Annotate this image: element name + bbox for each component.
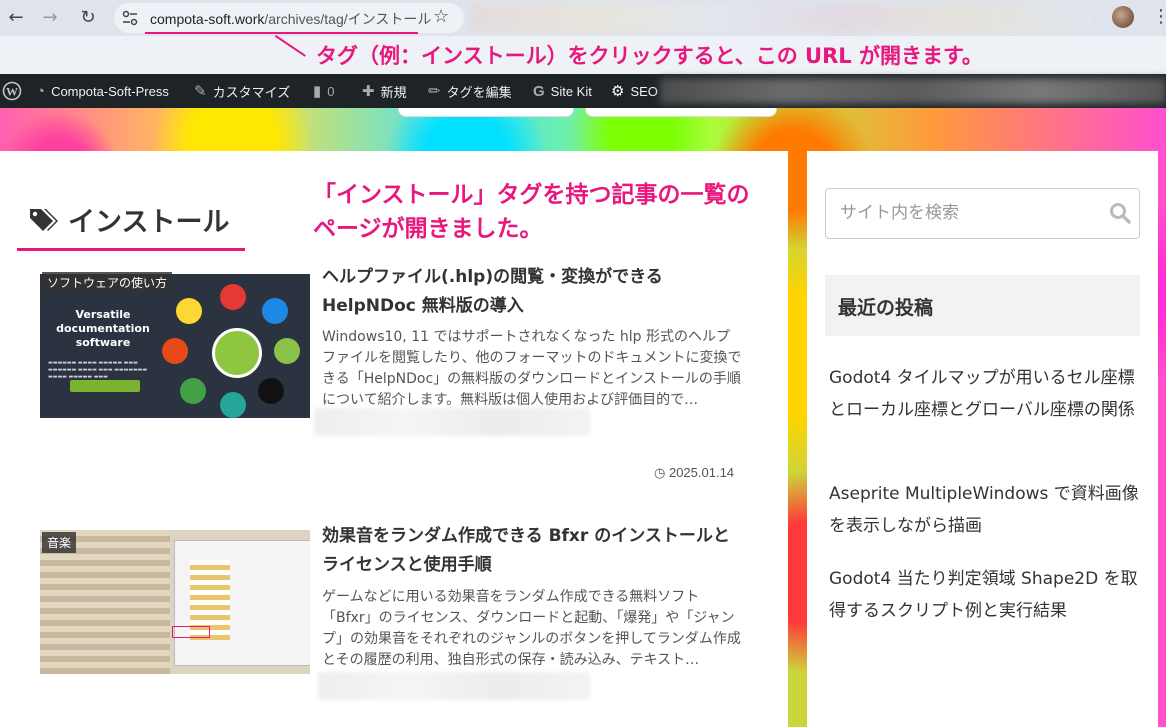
search-input[interactable] — [838, 202, 1102, 224]
seo-gear-icon: ⚙ — [611, 83, 625, 100]
adminbar-customize-label: カスタマイズ — [212, 84, 291, 100]
browser-toolbar: ← → ↻ compota-soft.work/archives/tag/インス… — [0, 0, 1166, 36]
tag-title-text: インストール — [68, 207, 230, 238]
post-date: ◷ 2025.01.14 — [654, 465, 734, 481]
search-icon[interactable] — [1108, 201, 1132, 225]
google-g-icon: G — [533, 82, 545, 100]
thumb-bubble — [220, 392, 246, 418]
recent-heading-text: 最近の投稿 — [838, 297, 934, 319]
article-snippet: ゲームなどに用いる効果音をランダム作成できる無料ソフト「Bfxr」のライセンス、… — [322, 589, 741, 668]
article-snippet: Windows10, 11 ではサポートされなくなった hlp 形式のヘルプファ… — [322, 329, 742, 408]
search-box[interactable] — [825, 188, 1140, 239]
thumb-bubble — [262, 298, 288, 324]
adminbar-comments[interactable]: ▮ 0 — [313, 74, 335, 108]
thumb-bubble — [176, 298, 202, 324]
adminbar-seo-label: SEO — [630, 83, 658, 99]
clock-icon: ◷ — [654, 465, 666, 480]
recent-posts-heading: 最近の投稿 — [825, 275, 1140, 336]
adminbar-sitekit[interactable]: G Site Kit — [533, 74, 592, 108]
annotation-middle: 「インストール」タグを持つ記事の一覧のページが開きました。 — [313, 182, 750, 242]
comment-icon: ▮ — [313, 83, 322, 100]
wordpress-logo-icon[interactable]: W — [2, 74, 22, 108]
page-title: インストール — [28, 200, 229, 239]
svg-text:W: W — [6, 85, 18, 99]
thumb-hub — [212, 328, 262, 378]
url-path: /archives/tag/インストール — [264, 11, 432, 27]
thumb-heading: Versatile documentation software — [56, 308, 150, 349]
forward-arrow-icon[interactable]: → — [38, 5, 62, 29]
post-date-text: 2025.01.14 — [668, 465, 735, 480]
blurred-region — [470, 4, 1090, 32]
recent-post-link[interactable]: Godot4 当たり判定領域 Shape2D を取得するスクリプト例と実行結果 — [829, 563, 1139, 627]
profile-avatar[interactable] — [1112, 6, 1134, 28]
category-label[interactable]: ソフトウェアの使い方 — [42, 272, 173, 293]
adminbar-new-label: 新規 — [380, 84, 407, 100]
adminbar-customize[interactable]: ✎ カスタマイズ — [194, 74, 290, 108]
adminbar-seo[interactable]: ⚙ SEO — [611, 74, 658, 108]
reload-icon[interactable]: ↻ — [76, 5, 100, 29]
thumb-body: ▬▬▬▬▬▬ ▬▬▬▬ ▬▬▬▬▬ ▬▬▬ ▬▬▬▬▬▬ ▬▬▬▬ ▬▬▬ ▬▬… — [48, 360, 148, 380]
nav-pill[interactable] — [398, 108, 574, 117]
recent-post-link[interactable]: Godot4 タイルマップが用いるセル座標とローカル座標とグローバル座標の関係 — [829, 362, 1139, 426]
url-host: compota-soft.work — [150, 11, 265, 27]
annotation-top: タグ（例：インストール）をクリックすると、この URL が開きます。 — [316, 44, 983, 68]
thumb-highlight — [172, 626, 210, 638]
thumb-bubble — [220, 284, 246, 310]
adminbar-site[interactable]: ◔ Compota-Soft-Press — [36, 74, 169, 108]
thumb-bubble — [180, 378, 206, 404]
adminbar-edit-tag[interactable]: ✏ タグを編集 — [428, 74, 512, 108]
thumb-button — [70, 380, 140, 392]
plus-icon: ✚ — [362, 83, 375, 100]
adminbar-new[interactable]: ✚ 新規 — [362, 74, 407, 108]
wp-admin-bar: W ◔ Compota-Soft-Press ✎ カスタマイズ ▮ 0 ✚ 新規 ✏ タグ… — [0, 74, 1166, 108]
nav-pill[interactable] — [585, 108, 777, 117]
title-underline — [17, 248, 245, 251]
adminbar-site-label: Compota-Soft-Press — [51, 83, 169, 99]
url-highlight-underline — [145, 32, 418, 34]
blurred-region — [318, 672, 590, 700]
url-text[interactable]: compota-soft.work/archives/tag/インストール — [150, 9, 431, 29]
article-title[interactable]: ヘルプファイル(.hlp)の閲覧・変換ができる HelpNDoc 無料版の導入 — [322, 263, 742, 321]
thumb-text: Versatile documentation software ▬▬▬▬▬▬ … — [48, 308, 158, 381]
category-label[interactable]: 音楽 — [42, 532, 77, 553]
recent-post-link[interactable]: Aseprite MultipleWindows で資料画像を表示しながら描画 — [829, 478, 1139, 542]
tags-icon — [30, 208, 58, 231]
pencil-icon: ✏ — [428, 83, 441, 100]
thumb-bubble — [274, 338, 300, 364]
adminbar-comments-count: 0 — [327, 83, 335, 99]
thumb-bubble — [258, 378, 284, 404]
article-thumbnail[interactable] — [40, 530, 310, 674]
bookmark-star-icon[interactable]: ☆ — [433, 6, 449, 27]
site-info-icon[interactable] — [122, 10, 138, 26]
menu-kebab-icon[interactable]: ⋮ — [1152, 6, 1166, 27]
article-title[interactable]: 効果音をランダム作成できる Bfxr のインストールとライセンスと使用手順 — [322, 522, 742, 580]
adminbar-edit-tag-label: タグを編集 — [446, 84, 512, 100]
back-arrow-icon[interactable]: ← — [4, 5, 28, 29]
article-thumbnail[interactable]: Versatile documentation software ▬▬▬▬▬▬ … — [40, 274, 310, 418]
dashboard-icon: ◔ — [36, 82, 46, 100]
thumb-bubble — [162, 338, 188, 364]
blurred-region — [660, 78, 1166, 104]
brush-icon: ✎ — [194, 83, 207, 100]
blurred-region — [314, 408, 590, 436]
adminbar-sitekit-label: Site Kit — [550, 83, 592, 99]
